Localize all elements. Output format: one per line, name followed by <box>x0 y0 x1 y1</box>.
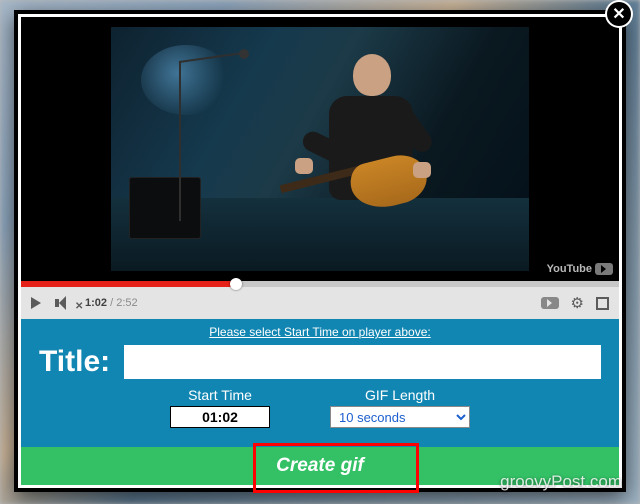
fullscreen-button[interactable] <box>596 297 609 310</box>
instruction-text: Please select Start Time on player above… <box>39 325 601 339</box>
gear-icon: ⚙ <box>571 294 584 312</box>
gif-length-select[interactable]: 10 seconds <box>330 406 470 428</box>
create-bar: Create gif <box>21 447 619 485</box>
play-icon <box>31 297 41 309</box>
play-button[interactable] <box>31 297 41 309</box>
modal: ✕ Yo <box>14 10 626 492</box>
duration: 2:52 <box>116 297 137 309</box>
youtube-icon <box>595 263 613 275</box>
youtube-logo-text: YouTube <box>547 263 592 275</box>
youtube-small-icon <box>541 297 559 309</box>
settings-button[interactable]: ⚙ <box>571 294 584 312</box>
player-controls: ✕ 1:02 / 2:52 ⚙ <box>21 281 619 319</box>
progress-bar[interactable] <box>21 281 619 287</box>
close-button[interactable]: ✕ <box>607 2 631 26</box>
close-icon: ✕ <box>612 4 625 24</box>
start-time-label: Start Time <box>188 387 252 403</box>
video-frame <box>111 27 529 271</box>
title-label: Title: <box>39 345 110 379</box>
youtube-logo[interactable]: YouTube <box>547 263 613 275</box>
gif-form: Please select Start Time on player above… <box>21 319 619 447</box>
watch-on-youtube-button[interactable] <box>541 297 559 309</box>
title-input[interactable] <box>124 345 601 379</box>
video-preview[interactable]: YouTube <box>21 17 619 281</box>
current-time: 1:02 <box>85 297 107 309</box>
create-gif-button[interactable]: Create gif <box>236 451 404 481</box>
gif-length-label: GIF Length <box>365 387 435 403</box>
modal-content: YouTube ✕ 1:02 / <box>18 14 622 488</box>
fullscreen-icon <box>596 297 609 310</box>
start-time-input[interactable] <box>170 406 270 428</box>
time-display: 1:02 / 2:52 <box>85 297 138 309</box>
speaker-muted-icon <box>55 296 71 310</box>
mute-button[interactable]: ✕ <box>55 296 71 310</box>
progress-played <box>21 281 236 287</box>
